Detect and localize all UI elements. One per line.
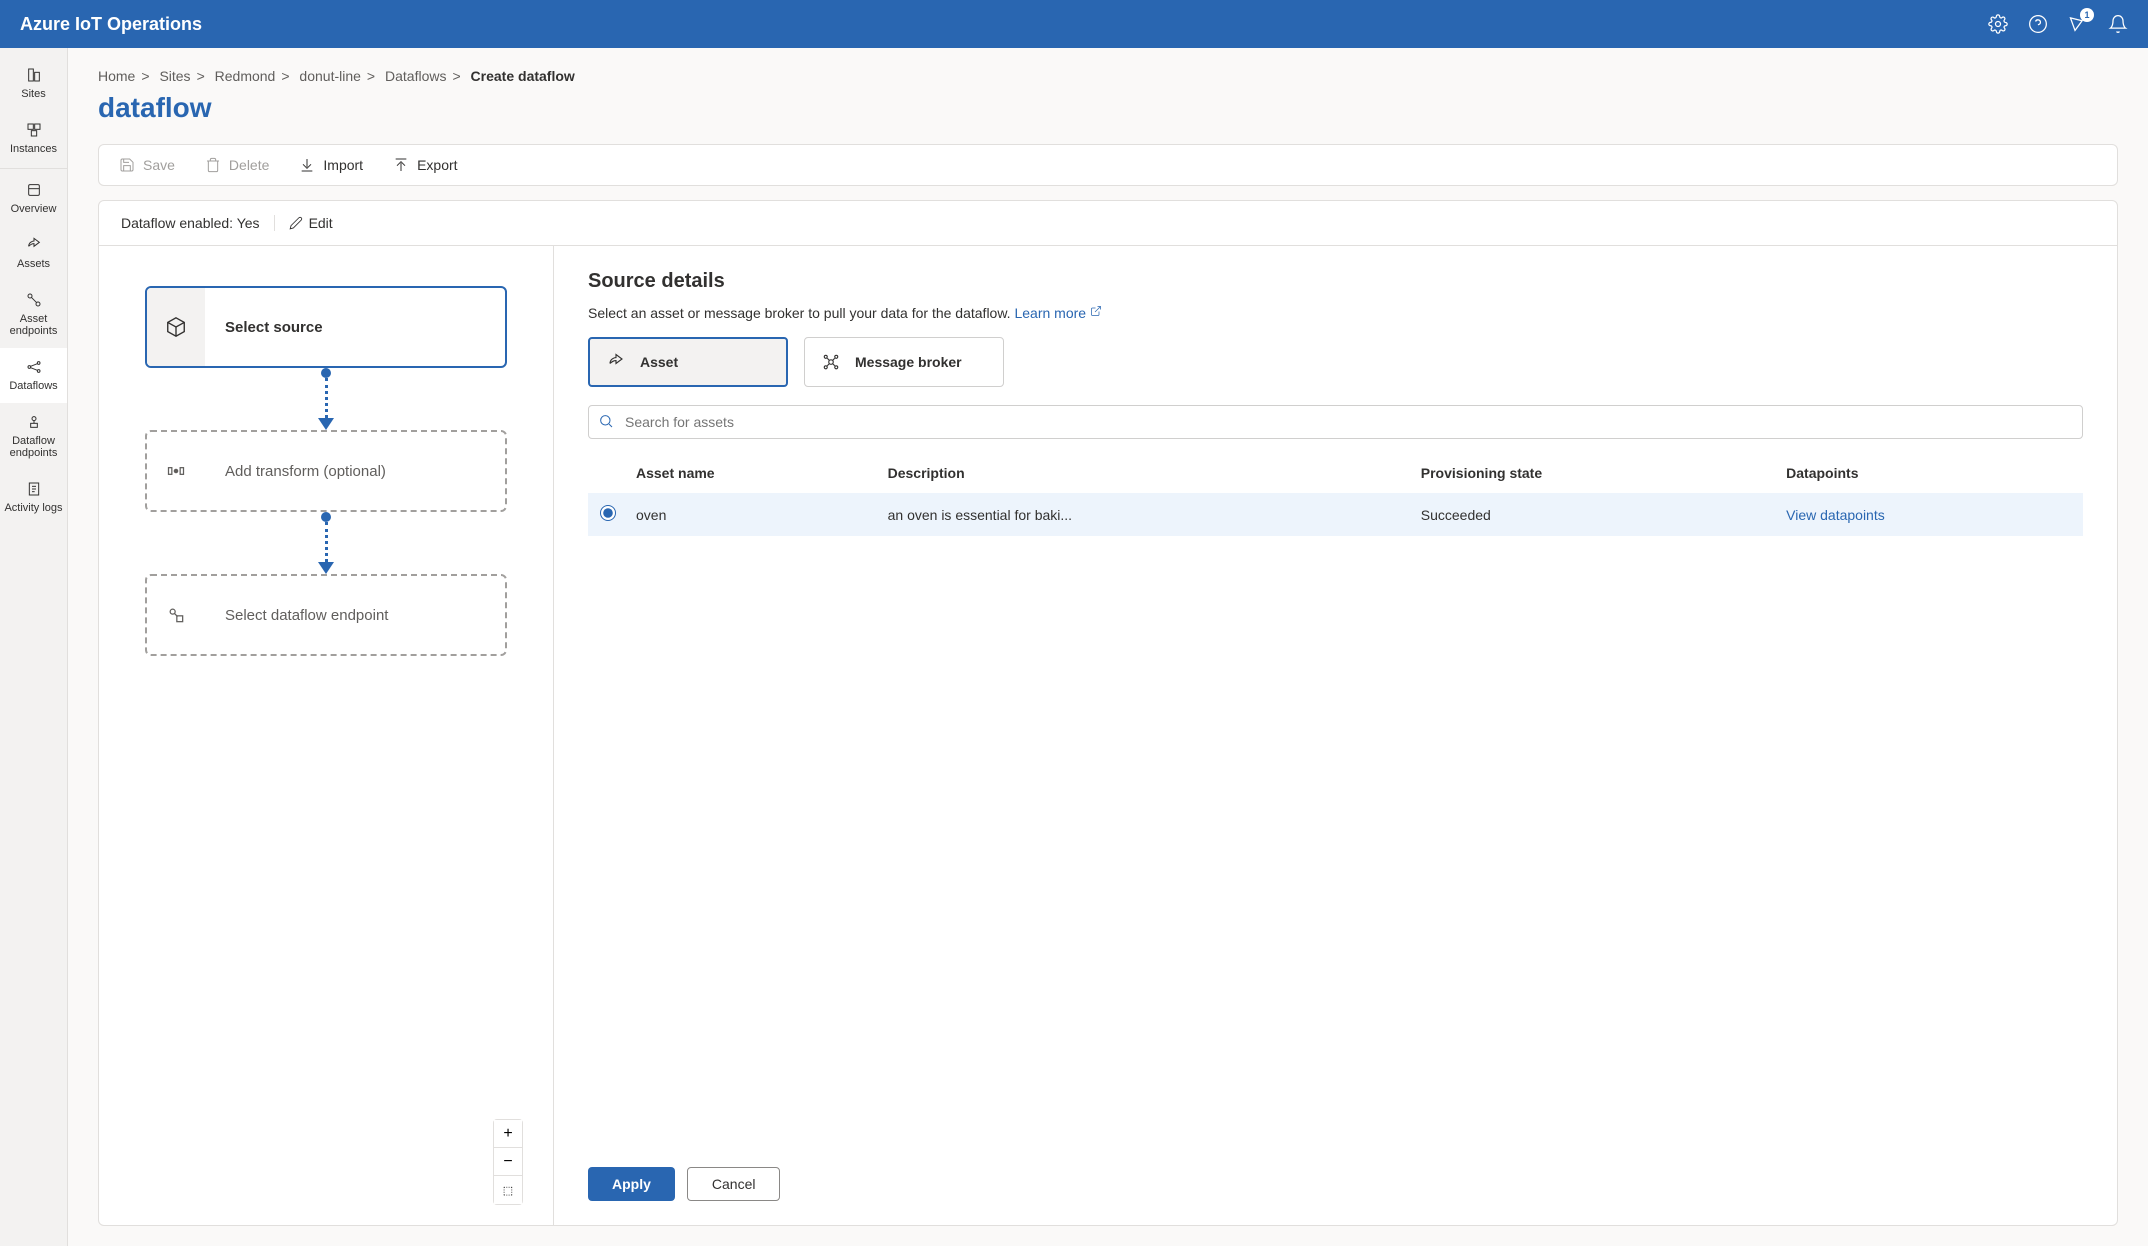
asset-endpoints-icon (25, 291, 43, 309)
settings-icon[interactable] (1988, 14, 2008, 34)
breadcrumb-redmond[interactable]: Redmond (215, 68, 276, 84)
transform-node[interactable]: Add transform (optional) (145, 430, 507, 512)
connector (325, 512, 327, 574)
sidebar-label: Instances (10, 143, 57, 155)
cell-state: Succeeded (1413, 493, 1778, 536)
breadcrumb-current: Create dataflow (471, 68, 575, 84)
activity-logs-icon (25, 480, 43, 498)
bell-icon[interactable] (2108, 14, 2128, 34)
content-card: Dataflow enabled: Yes Edit Select source (98, 200, 2118, 1226)
broker-card-icon (821, 352, 841, 372)
sidebar-item-assets[interactable]: Assets (0, 226, 67, 281)
col-state: Provisioning state (1413, 453, 1778, 493)
breadcrumb-donut-line[interactable]: donut-line (299, 68, 361, 84)
zoom-controls: + − ⬚ (493, 1119, 523, 1205)
footer-buttons: Apply Cancel (588, 1147, 2083, 1201)
external-link-icon (1090, 305, 1102, 317)
sidebar-item-overview[interactable]: Overview (0, 171, 67, 226)
transform-node-label: Add transform (optional) (205, 463, 386, 480)
col-datapoints: Datapoints (1778, 453, 2083, 493)
asset-card-icon (606, 352, 626, 372)
breadcrumb-home[interactable]: Home (98, 68, 135, 84)
details-subtitle: Select an asset or message broker to pul… (588, 305, 2083, 321)
page-title: dataflow (98, 92, 2118, 124)
save-icon (119, 157, 135, 173)
assets-icon (25, 236, 43, 254)
sidebar-item-sites[interactable]: Sites (0, 56, 67, 111)
details-title: Source details (588, 270, 2083, 293)
sidebar-label: Dataflows (9, 380, 57, 392)
save-button: Save (119, 157, 175, 173)
breadcrumb-dataflows[interactable]: Dataflows (385, 68, 446, 84)
zoom-in-button[interactable]: + (494, 1120, 522, 1148)
export-icon (393, 157, 409, 173)
details-panel: Source details Select an asset or messag… (554, 246, 2117, 1225)
cube-icon (147, 288, 205, 366)
sidebar-label: Assets (17, 258, 50, 270)
export-button[interactable]: Export (393, 157, 457, 173)
view-datapoints-link[interactable]: View datapoints (1786, 507, 1885, 523)
sidebar-label: Dataflow endpoints (4, 435, 63, 459)
import-button[interactable]: Import (299, 157, 363, 173)
edit-icon (289, 216, 303, 230)
instances-icon (25, 121, 43, 139)
search-input[interactable] (588, 405, 2083, 439)
sidebar-item-dataflows[interactable]: Dataflows (0, 348, 67, 403)
breadcrumb-sites[interactable]: Sites (159, 68, 190, 84)
feedback-icon[interactable]: 1 (2068, 14, 2088, 34)
sidebar-item-dataflow-endpoints[interactable]: Dataflow endpoints (0, 403, 67, 470)
sidebar-item-asset-endpoints[interactable]: Asset endpoints (0, 281, 67, 348)
enabled-row: Dataflow enabled: Yes Edit (99, 201, 2117, 246)
delete-button: Delete (205, 157, 269, 173)
cell-description: an oven is essential for baki... (880, 493, 1413, 536)
delete-icon (205, 157, 221, 173)
asset-type-card[interactable]: Asset (588, 337, 788, 387)
sidebar-label: Overview (11, 203, 57, 215)
row-radio[interactable] (600, 505, 616, 521)
enabled-label: Dataflow enabled: Yes (121, 215, 260, 231)
assets-table: Asset name Description Provisioning stat… (588, 453, 2083, 536)
sidebar-item-activity-logs[interactable]: Activity logs (0, 470, 67, 525)
app-title: Azure IoT Operations (20, 14, 202, 35)
sidebar-label: Activity logs (4, 502, 62, 514)
app-header: Azure IoT Operations 1 (0, 0, 2148, 48)
apply-button[interactable]: Apply (588, 1167, 675, 1201)
sites-icon (25, 66, 43, 84)
transform-icon (147, 461, 205, 481)
search-icon (598, 413, 614, 429)
table-row[interactable]: oven an oven is essential for baki... Su… (588, 493, 2083, 536)
dataflow-canvas: Select source Add transform (optional) (99, 246, 554, 1225)
zoom-fit-button[interactable]: ⬚ (494, 1176, 522, 1204)
cell-name: oven (628, 493, 880, 536)
col-name: Asset name (628, 453, 880, 493)
col-description: Description (880, 453, 1413, 493)
toolbar: Save Delete Import Export (98, 144, 2118, 186)
asset-search (588, 405, 2083, 439)
dataflows-icon (25, 358, 43, 376)
connector (325, 368, 327, 430)
notification-badge: 1 (2080, 8, 2094, 22)
sidebar: Sites Instances Overview Assets Asset en… (0, 48, 68, 1246)
header-actions: 1 (1988, 14, 2128, 34)
source-node[interactable]: Select source (145, 286, 507, 368)
zoom-out-button[interactable]: − (494, 1148, 522, 1176)
sidebar-label: Sites (21, 88, 45, 100)
endpoint-node[interactable]: Select dataflow endpoint (145, 574, 507, 656)
breadcrumb: Home> Sites> Redmond> donut-line> Datafl… (98, 68, 2118, 84)
cancel-button[interactable]: Cancel (687, 1167, 781, 1201)
sidebar-item-instances[interactable]: Instances (0, 111, 67, 166)
source-node-label: Select source (205, 319, 323, 336)
help-icon[interactable] (2028, 14, 2048, 34)
sidebar-label: Asset endpoints (4, 313, 63, 337)
source-type-selector: Asset Message broker (588, 337, 2083, 387)
learn-more-link[interactable]: Learn more (1014, 305, 1101, 321)
dataflow-endpoints-icon (25, 413, 43, 431)
broker-type-card[interactable]: Message broker (804, 337, 1004, 387)
endpoint-icon (147, 605, 205, 625)
import-icon (299, 157, 315, 173)
overview-icon (25, 181, 43, 199)
main-content: Home> Sites> Redmond> donut-line> Datafl… (68, 48, 2148, 1246)
edit-link[interactable]: Edit (274, 215, 333, 231)
endpoint-node-label: Select dataflow endpoint (205, 607, 388, 624)
